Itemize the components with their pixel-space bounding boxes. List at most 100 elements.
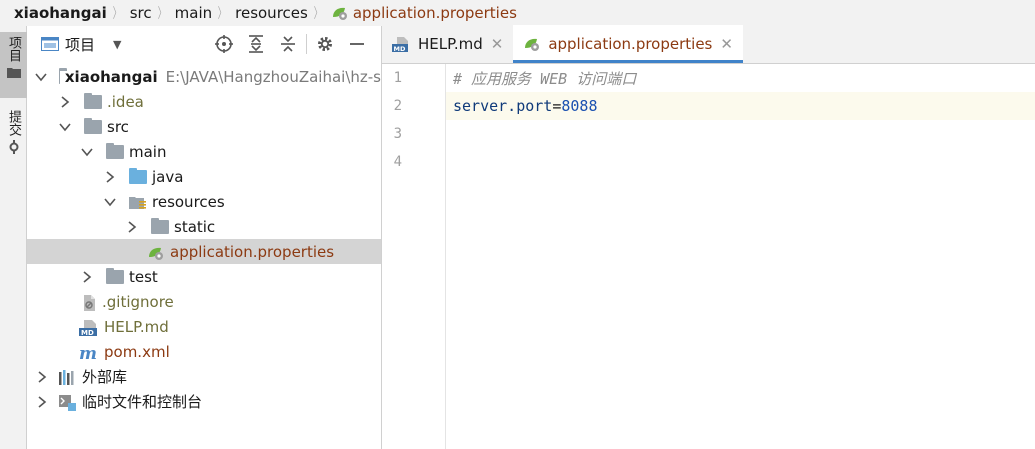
- library-icon: [59, 369, 77, 385]
- code-editor[interactable]: # 应用服务 WEB 访问端口 server.port = 8088: [446, 64, 1035, 449]
- close-icon[interactable]: ✕: [491, 35, 504, 53]
- collapse-all-icon[interactable]: [272, 26, 304, 62]
- locate-icon[interactable]: [208, 26, 240, 62]
- breadcrumb: xiaohangai 〉 src 〉 main 〉 resources 〉 ap…: [0, 0, 1035, 26]
- tree-label-resources: resources: [152, 192, 225, 211]
- project-panel-header: 项目 ▼: [27, 26, 381, 62]
- tree-label-gitignore: .gitignore: [102, 292, 174, 311]
- line-number: 3: [393, 126, 402, 142]
- commit-icon: [9, 140, 18, 154]
- code-comment: # 应用服务 WEB 访问端口: [453, 69, 637, 88]
- commit-tool-button[interactable]: 提交: [0, 106, 27, 162]
- tree-label-idea: .idea: [107, 92, 144, 111]
- breadcrumb-resources[interactable]: resources: [235, 4, 308, 22]
- tree-row-application-properties[interactable]: application.properties: [27, 239, 381, 264]
- tree-row-help-md[interactable]: MD HELP.md: [27, 314, 381, 339]
- tree-label-test: test: [129, 267, 158, 286]
- code-line-3[interactable]: [446, 120, 1035, 148]
- tree-label-src: src: [107, 117, 129, 136]
- spring-properties-icon: [147, 245, 165, 260]
- tree-label-static: static: [174, 217, 216, 236]
- folder-icon: [106, 142, 124, 159]
- line-number: 2: [393, 98, 402, 114]
- chevron-right-icon: 〉: [217, 6, 227, 22]
- close-icon[interactable]: ✕: [720, 35, 733, 53]
- project-view-icon: [41, 37, 59, 51]
- chevron-right-icon[interactable]: [80, 270, 94, 284]
- tree-row-pom[interactable]: m pom.xml: [27, 339, 381, 364]
- gear-icon[interactable]: [309, 26, 341, 62]
- scratches-icon: [59, 394, 77, 411]
- tree-label-external-libraries: 外部库: [82, 368, 128, 386]
- chevron-right-icon: 〉: [112, 6, 121, 22]
- tab-help-md[interactable]: MD HELP.md ✕: [382, 25, 513, 63]
- chevron-down-icon[interactable]: [80, 145, 94, 159]
- tree-row-gitignore[interactable]: .gitignore: [27, 289, 381, 314]
- property-value: 8088: [561, 97, 598, 115]
- expand-all-icon[interactable]: [240, 26, 272, 62]
- project-view-title[interactable]: 项目: [65, 34, 95, 55]
- project-tree: xiaohangai E:\JAVA\HangzhouZaihai\hz-s .…: [27, 64, 381, 414]
- tool-window-strip: 项目 提交: [0, 26, 27, 449]
- folder-icon: [106, 267, 124, 284]
- chevron-down-icon[interactable]: [35, 70, 47, 84]
- maven-icon: m: [79, 344, 99, 364]
- tree-row-src[interactable]: src: [27, 114, 381, 139]
- tree-row-test[interactable]: test: [27, 264, 381, 289]
- tree-row-scratches[interactable]: 临时文件和控制台: [27, 389, 381, 414]
- tree-row-main[interactable]: main: [27, 139, 381, 164]
- tab-application-properties-label: application.properties: [548, 35, 713, 53]
- code-line-2[interactable]: server.port = 8088: [446, 92, 1035, 120]
- code-line-4[interactable]: [446, 148, 1035, 176]
- chevron-right-icon[interactable]: [103, 170, 117, 184]
- tree-label-main: main: [129, 142, 167, 161]
- svg-text:MD: MD: [81, 329, 94, 336]
- project-tool-button[interactable]: 项目: [0, 32, 27, 98]
- chevron-right-icon[interactable]: [35, 395, 49, 409]
- tree-row-static[interactable]: static: [27, 214, 381, 239]
- tree-label-java: java: [152, 167, 184, 186]
- property-equals: =: [552, 97, 562, 115]
- folder-icon: [84, 117, 102, 134]
- svg-text:MD: MD: [394, 45, 406, 52]
- commit-tool-label: 提交: [6, 110, 21, 136]
- spring-properties-icon: [523, 36, 541, 52]
- tree-row-resources[interactable]: resources: [27, 189, 381, 214]
- dropdown-arrow-icon[interactable]: ▼: [113, 38, 121, 51]
- chevron-right-icon[interactable]: [58, 95, 72, 109]
- breadcrumb-file[interactable]: application.properties: [331, 4, 517, 22]
- svg-text:m: m: [79, 345, 97, 361]
- tree-row-java[interactable]: java: [27, 164, 381, 189]
- resources-folder-icon: [129, 195, 147, 209]
- line-number: 1: [393, 70, 402, 86]
- project-panel: 项目 ▼ xiaohangai E:\JAVA\HangzhouZaihai\h…: [27, 26, 382, 449]
- tree-label-help-md: HELP.md: [104, 317, 169, 336]
- property-key: server.port: [453, 97, 553, 115]
- code-line-1[interactable]: # 应用服务 WEB 访问端口: [446, 64, 1035, 92]
- tree-label-pom: pom.xml: [104, 342, 170, 361]
- tree-label-root: xiaohangai: [64, 67, 158, 86]
- markdown-file-icon: MD: [79, 319, 99, 337]
- breadcrumb-main[interactable]: main: [175, 4, 212, 22]
- line-number-gutter: 1 2 3 4: [382, 64, 446, 449]
- chevron-right-icon[interactable]: [35, 370, 49, 384]
- ignore-file-icon: [81, 294, 97, 311]
- project-path: E:\JAVA\HangzhouZaihai\hz-s: [165, 67, 381, 86]
- chevron-down-icon[interactable]: [103, 195, 117, 209]
- chevron-right-icon[interactable]: [125, 220, 139, 234]
- folder-icon: [84, 92, 102, 109]
- breadcrumb-src[interactable]: src: [130, 4, 152, 22]
- tree-label-application-properties: application.properties: [170, 242, 335, 261]
- source-folder-icon: [129, 167, 147, 184]
- breadcrumb-project[interactable]: xiaohangai: [14, 4, 107, 22]
- line-number: 4: [393, 154, 402, 170]
- minimize-icon[interactable]: [341, 26, 373, 62]
- chevron-down-icon[interactable]: [58, 120, 72, 134]
- tree-label-scratches: 临时文件和控制台: [82, 393, 203, 411]
- tab-application-properties[interactable]: application.properties ✕: [513, 25, 743, 63]
- tree-row-external-libraries[interactable]: 外部库: [27, 364, 381, 389]
- markdown-file-icon: MD: [392, 37, 410, 53]
- tree-row-root[interactable]: xiaohangai E:\JAVA\HangzhouZaihai\hz-s: [27, 64, 381, 89]
- tree-row-idea[interactable]: .idea: [27, 89, 381, 114]
- header-divider: [306, 34, 307, 54]
